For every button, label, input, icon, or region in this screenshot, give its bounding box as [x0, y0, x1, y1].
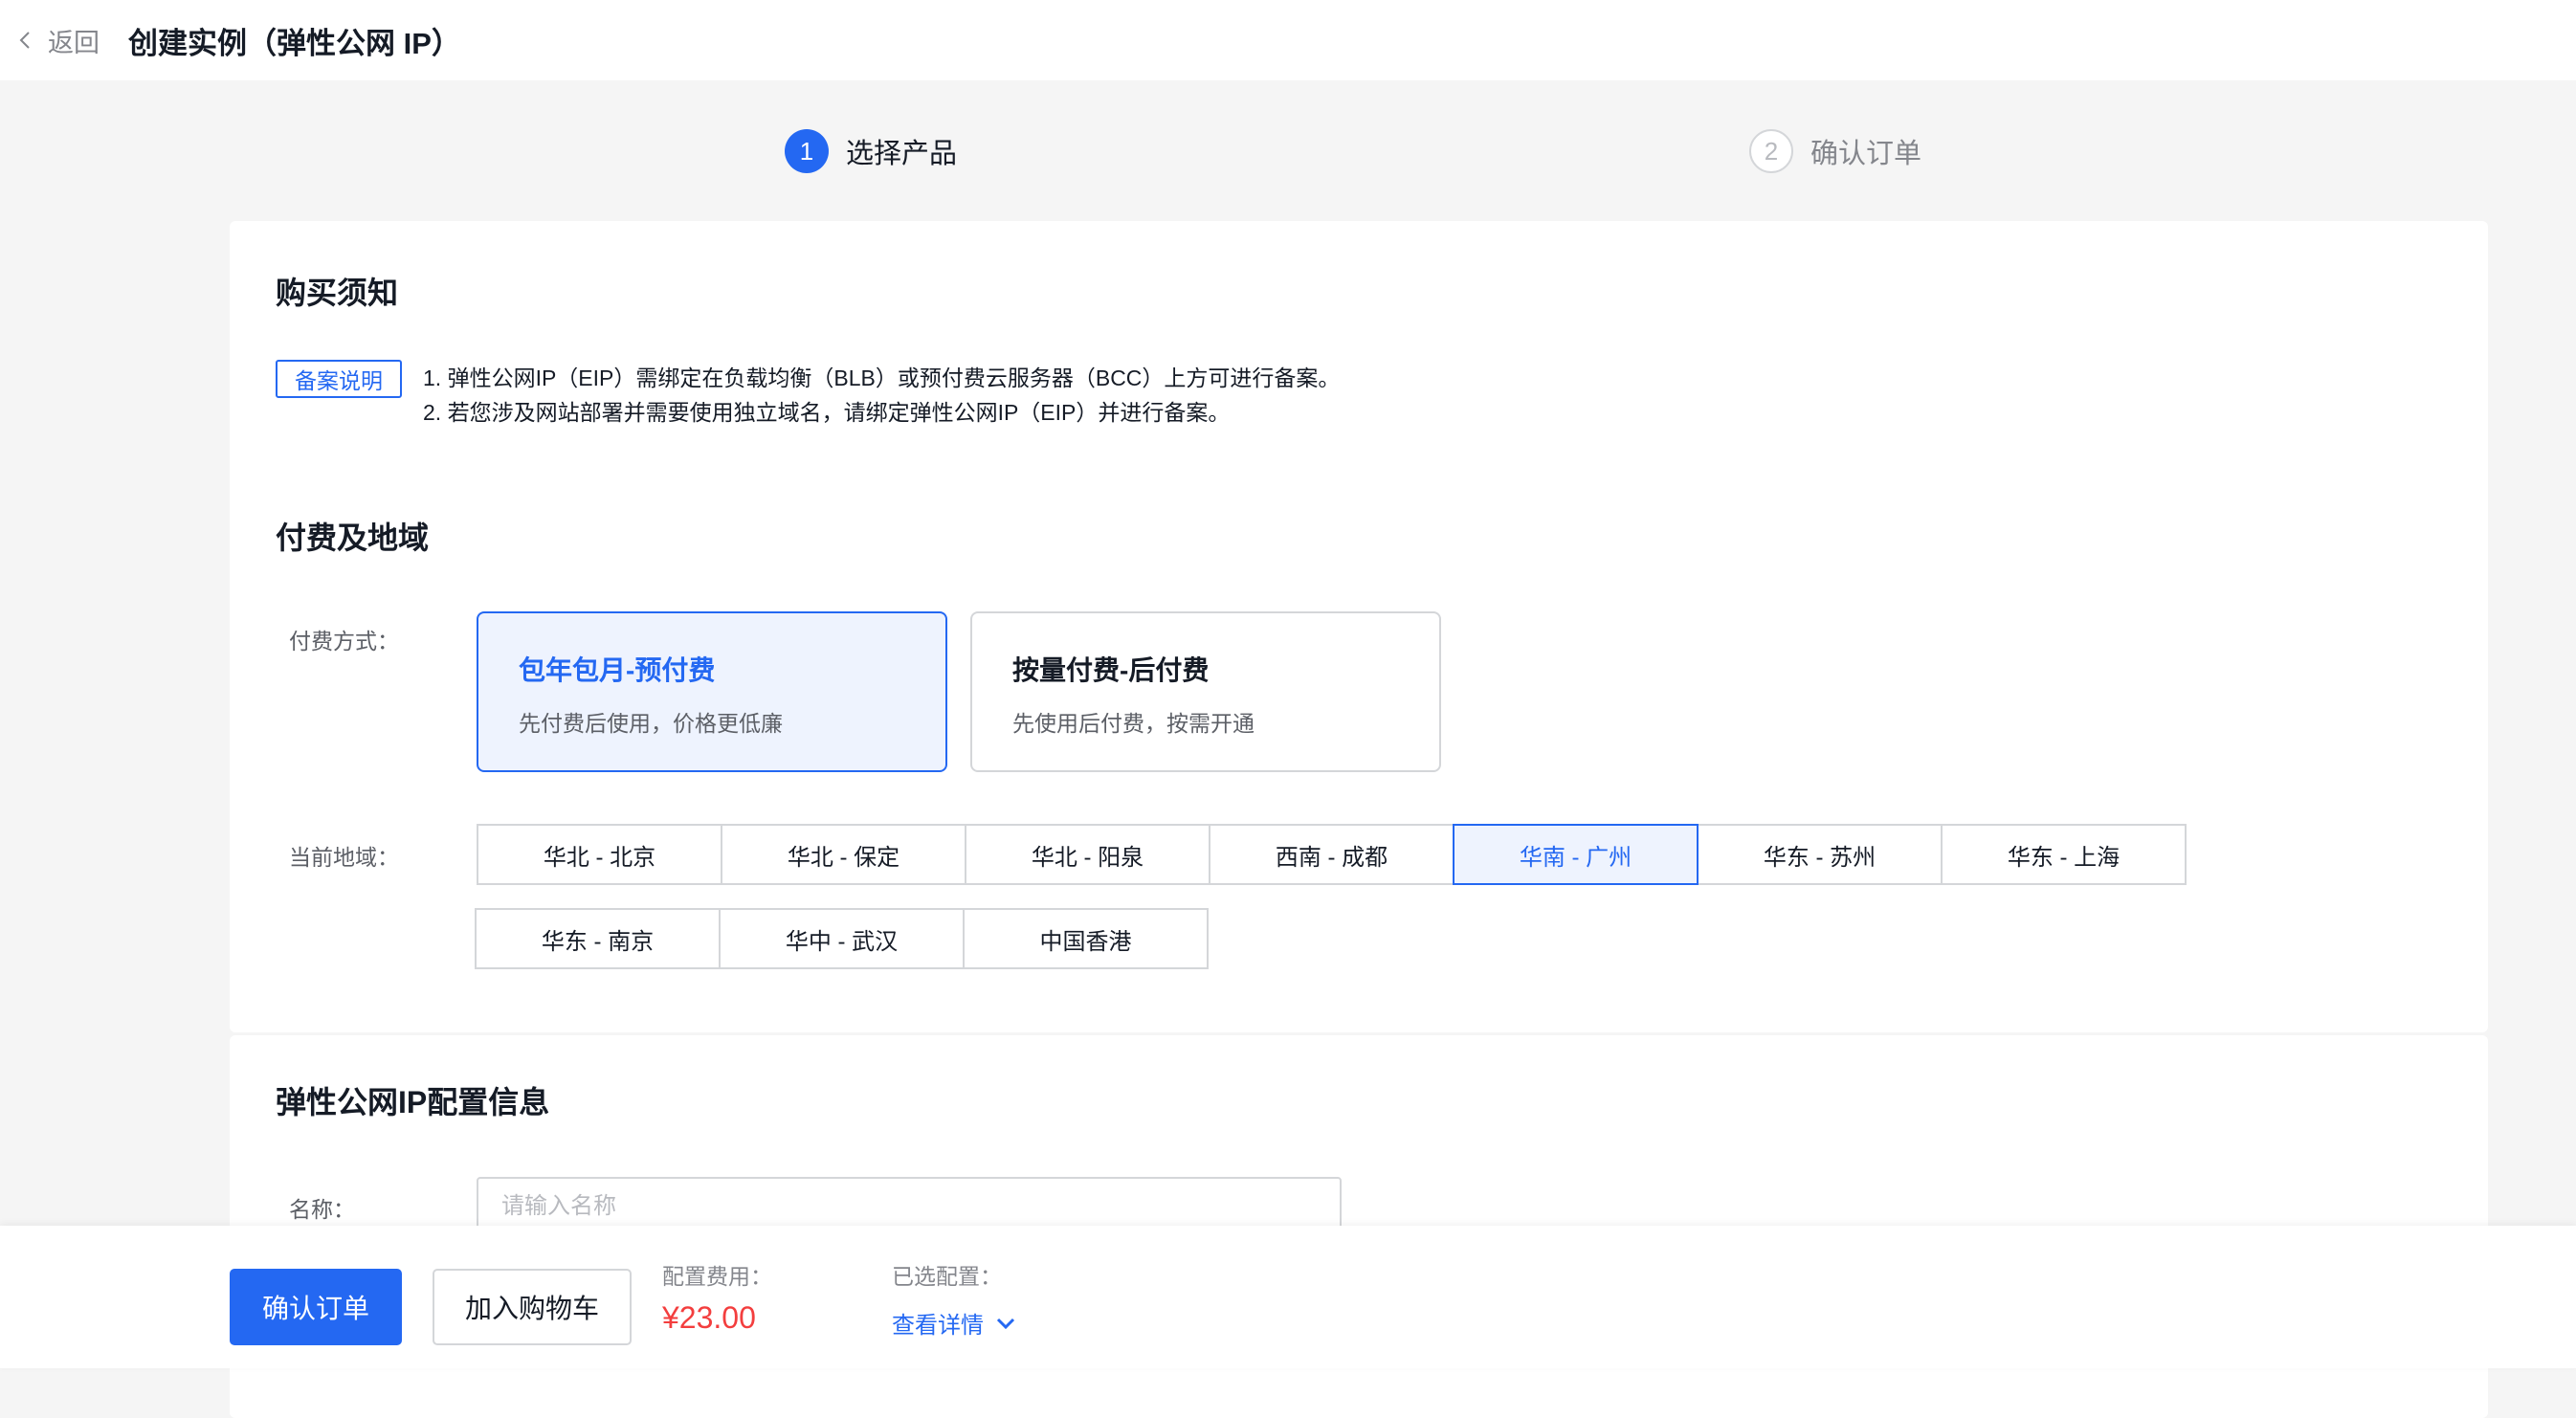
purchase-card: 购买须知 备案说明 1. 弹性公网IP（EIP）需绑定在负载均衡（BLB）或预付… — [230, 221, 2488, 1032]
pay-option-title: 包年包月-预付费 — [519, 655, 716, 685]
name-label: 名称： — [289, 1197, 355, 1222]
pay-option-desc: 先使用后付费，按需开通 — [1012, 711, 1255, 736]
step-confirm-order: 2 确认订单 — [1749, 127, 1921, 175]
pay-option-postpaid[interactable]: 按量付费-后付费 先使用后付费，按需开通 — [970, 611, 1441, 772]
section-title-config: 弹性公网IP配置信息 — [276, 1085, 550, 1119]
notice-line-1: 1. 弹性公网IP（EIP）需绑定在负载均衡（BLB）或预付费云服务器（BCC）… — [423, 366, 1341, 390]
filing-notice-tag: 备案说明 — [276, 360, 402, 398]
section-title-billing: 付费及地域 — [276, 521, 430, 555]
region-option-nanjing[interactable]: 华东 - 南京 — [475, 908, 721, 969]
pay-method-label: 付费方式： — [289, 629, 399, 654]
region-option-wuhan[interactable]: 华中 - 武汉 — [719, 908, 965, 969]
chevron-down-icon — [996, 1318, 1015, 1329]
confirm-order-button[interactable]: 确认订单 — [230, 1269, 402, 1345]
fee-value: ¥23.00 — [662, 1300, 756, 1335]
pay-option-desc: 先付费后使用，价格更低廉 — [519, 711, 783, 736]
add-to-cart-button[interactable]: 加入购物车 — [433, 1269, 632, 1345]
region-option-shanghai[interactable]: 华东 - 上海 — [1941, 824, 2187, 885]
fee-label: 配置费用： — [662, 1264, 772, 1289]
notice-line-2: 2. 若您涉及网站部署并需要使用独立域名，请绑定弹性公网IP（EIP）并进行备案… — [423, 400, 1231, 425]
region-option-hongkong[interactable]: 中国香港 — [963, 908, 1209, 969]
region-option-chengdu[interactable]: 西南 - 成都 — [1209, 824, 1455, 885]
bottom-action-bar: 确认订单 加入购物车 配置费用： ¥23.00 已选配置： 查看详情 — [0, 1226, 2576, 1368]
back-button[interactable]: 返回 — [15, 22, 100, 59]
chevron-left-icon — [19, 32, 30, 49]
back-label: 返回 — [48, 28, 100, 57]
region-option-beijing[interactable]: 华北 - 北京 — [477, 824, 722, 885]
view-details-link[interactable]: 查看详情 — [892, 1306, 1018, 1340]
step-label: 确认订单 — [1810, 139, 1922, 169]
pay-option-title: 按量付费-后付费 — [1012, 655, 1210, 685]
step-number: 1 — [785, 129, 829, 173]
selected-config-label: 已选配置： — [892, 1264, 1002, 1289]
step-select-product: 1 选择产品 — [785, 127, 957, 175]
region-option-baoding[interactable]: 华北 - 保定 — [721, 824, 966, 885]
pay-option-prepaid[interactable]: 包年包月-预付费 先付费后使用，价格更低廉 — [477, 611, 947, 772]
page-title: 创建实例（弹性公网 IP） — [128, 26, 461, 60]
top-bar: 返回 创建实例（弹性公网 IP） — [0, 0, 2576, 80]
view-details-label: 查看详情 — [892, 1313, 984, 1339]
region-label: 当前地域： — [289, 845, 399, 870]
step-indicator: 1 选择产品 2 确认订单 — [0, 127, 2576, 175]
region-option-suzhou[interactable]: 华东 - 苏州 — [1697, 824, 1943, 885]
step-label: 选择产品 — [846, 139, 958, 169]
section-title-notice: 购买须知 — [276, 276, 399, 310]
region-option-guangzhou[interactable]: 华南 - 广州 — [1453, 824, 1699, 885]
region-option-yangquan[interactable]: 华北 - 阳泉 — [965, 824, 1210, 885]
step-number: 2 — [1749, 129, 1793, 173]
